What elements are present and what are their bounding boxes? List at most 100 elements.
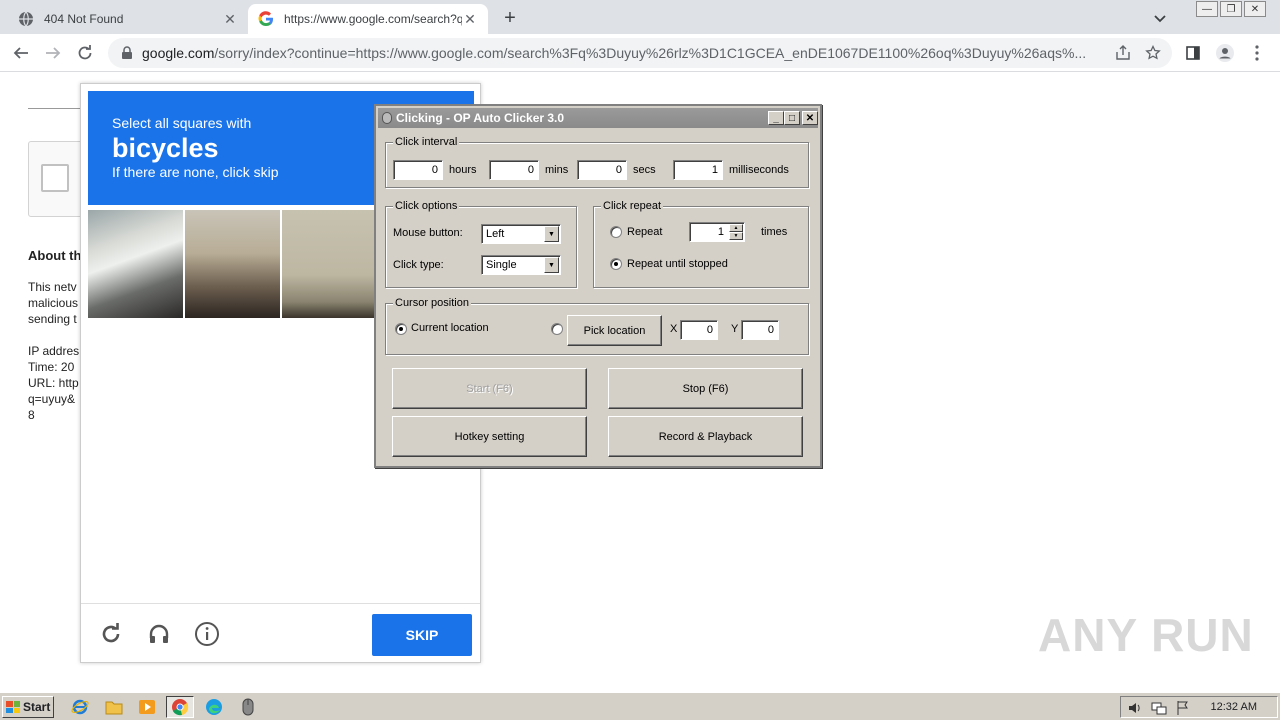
close-tab-icon[interactable]: ✕ — [462, 11, 478, 27]
group-legend: Click repeat — [601, 200, 664, 212]
close-button[interactable]: ✕ — [802, 111, 818, 125]
mins-label: mins — [545, 164, 569, 176]
image-tile[interactable] — [88, 210, 185, 318]
y-input[interactable]: 0 — [741, 320, 779, 340]
clock[interactable]: 12:32 AM — [1211, 701, 1257, 713]
network-icon[interactable] — [1151, 700, 1167, 719]
new-tab-button[interactable]: + — [498, 6, 522, 30]
back-arrow-icon[interactable] — [8, 40, 34, 66]
divider — [28, 108, 88, 109]
reload-icon[interactable] — [72, 40, 98, 66]
repeat-spinner[interactable]: ▲ ▼ — [729, 224, 743, 240]
tab-404-not-found[interactable]: 404 Not Found ✕ — [8, 4, 248, 34]
window-titlebar[interactable]: Clicking - OP Auto Clicker 3.0 _ □ ✕ — [378, 108, 818, 128]
google-icon — [258, 11, 274, 27]
skip-button[interactable]: SKIP — [372, 614, 472, 656]
start-button[interactable]: Start — [2, 696, 54, 718]
challenge-footer: SKIP — [81, 603, 480, 663]
group-legend: Click interval — [393, 136, 460, 148]
tab-google-search[interactable]: https://www.google.com/search?q= ✕ — [248, 4, 488, 34]
dropdown-arrow-icon[interactable]: ▼ — [544, 226, 559, 242]
globe-icon — [18, 11, 34, 27]
current-location-radio[interactable] — [395, 323, 407, 335]
tab-title: 404 Not Found — [44, 12, 124, 26]
close-tab-icon[interactable]: ✕ — [222, 11, 238, 27]
chevron-down-icon[interactable] — [1150, 8, 1170, 28]
auto-clicker-taskbar-icon[interactable] — [234, 696, 262, 718]
chrome-icon[interactable] — [166, 696, 194, 718]
kebab-menu-icon[interactable] — [1246, 42, 1268, 64]
info-line: 8 — [28, 408, 35, 422]
group-legend: Cursor position — [393, 297, 471, 309]
file-explorer-icon[interactable] — [100, 696, 128, 718]
url-path: /sorry/index?continue=https://www.google… — [214, 45, 1087, 61]
internet-explorer-icon[interactable] — [66, 696, 94, 718]
about-heading: About th — [28, 248, 82, 263]
start-button[interactable]: Start (F6) — [392, 368, 587, 409]
info-icon[interactable] — [193, 620, 221, 648]
minimize-button[interactable]: — — [1196, 1, 1218, 17]
milliseconds-input[interactable]: 1 — [673, 160, 723, 180]
tab-title: https://www.google.com/search?q= — [284, 12, 462, 26]
secs-input[interactable]: 0 — [577, 160, 627, 180]
record-playback-button[interactable]: Record & Playback — [608, 416, 803, 457]
x-input[interactable]: 0 — [680, 320, 718, 340]
stop-button[interactable]: Stop (F6) — [608, 368, 803, 409]
hours-label: hours — [449, 164, 477, 176]
edge-icon[interactable] — [200, 696, 228, 718]
pick-location-button[interactable]: Pick location — [567, 315, 662, 346]
hotkey-setting-button[interactable]: Hotkey setting — [392, 416, 587, 457]
repeat-count-input[interactable]: 1 ▲ ▼ — [689, 222, 745, 242]
share-icon[interactable] — [1112, 42, 1134, 64]
repeat-count-value: 1 — [717, 226, 724, 238]
bookmark-star-icon[interactable] — [1142, 42, 1164, 64]
body-line: malicious — [28, 296, 79, 310]
info-line: Time: 20 — [28, 360, 75, 374]
repeat-until-stopped-radio[interactable] — [610, 258, 622, 270]
action-center-flag-icon[interactable] — [1175, 700, 1191, 719]
lock-icon[interactable] — [120, 46, 134, 60]
url-text: google.com/sorry/index?continue=https://… — [142, 45, 1112, 61]
maximize-button[interactable]: □ — [784, 111, 800, 125]
restore-button[interactable]: ❐ — [1220, 1, 1242, 17]
pick-location-radio[interactable] — [551, 323, 563, 335]
auto-clicker-window: Clicking - OP Auto Clicker 3.0 _ □ ✕ Cli… — [374, 104, 822, 468]
click-options-group: Click options Mouse button: Left ▼ Click… — [385, 200, 577, 288]
close-window-button[interactable]: ✕ — [1244, 1, 1266, 17]
media-player-icon[interactable] — [133, 696, 161, 718]
click-type-select[interactable]: Single ▼ — [481, 255, 561, 275]
headphones-icon[interactable] — [145, 620, 173, 648]
image-tile[interactable] — [185, 210, 282, 318]
info-line[interactable]: URL: http — [28, 376, 79, 390]
volume-icon[interactable] — [1127, 700, 1143, 719]
mouse-icon — [382, 112, 392, 124]
url-host: google.com — [142, 45, 215, 61]
body-line: This netv — [28, 280, 77, 294]
dropdown-arrow-icon[interactable]: ▼ — [544, 257, 559, 273]
secs-label: secs — [633, 164, 656, 176]
mins-input[interactable]: 0 — [489, 160, 539, 180]
profile-avatar-icon[interactable] — [1214, 42, 1236, 64]
recaptcha-checkbox[interactable] — [41, 164, 69, 192]
body-line: sending t — [28, 312, 77, 326]
side-panel-icon[interactable] — [1182, 42, 1204, 64]
repeat-until-stopped-label: Repeat until stopped — [627, 258, 728, 270]
click-type-label: Click type: — [393, 259, 444, 271]
mouse-button-select[interactable]: Left ▼ — [481, 224, 561, 244]
milliseconds-label: milliseconds — [729, 164, 789, 176]
address-bar[interactable]: google.com/sorry/index?continue=https://… — [108, 38, 1172, 68]
anyrun-watermark: ANY RUN — [1038, 609, 1254, 661]
cursor-position-group: Cursor position Current location Pick lo… — [385, 297, 809, 355]
hours-input[interactable]: 0 — [393, 160, 443, 180]
spin-down-icon[interactable]: ▼ — [729, 232, 743, 240]
minimize-button[interactable]: _ — [768, 111, 784, 125]
reload-challenge-icon[interactable] — [97, 620, 125, 648]
click-interval-group: Click interval 0 hours 0 mins 0 secs 1 m… — [385, 136, 809, 188]
mouse-button-value: Left — [486, 228, 505, 240]
times-label: times — [761, 226, 788, 238]
forward-arrow-icon[interactable] — [40, 40, 66, 66]
repeat-radio[interactable] — [610, 226, 622, 238]
image-tile[interactable] — [282, 210, 376, 318]
windows-logo-icon — [6, 701, 20, 713]
spin-up-icon[interactable]: ▲ — [729, 224, 743, 232]
